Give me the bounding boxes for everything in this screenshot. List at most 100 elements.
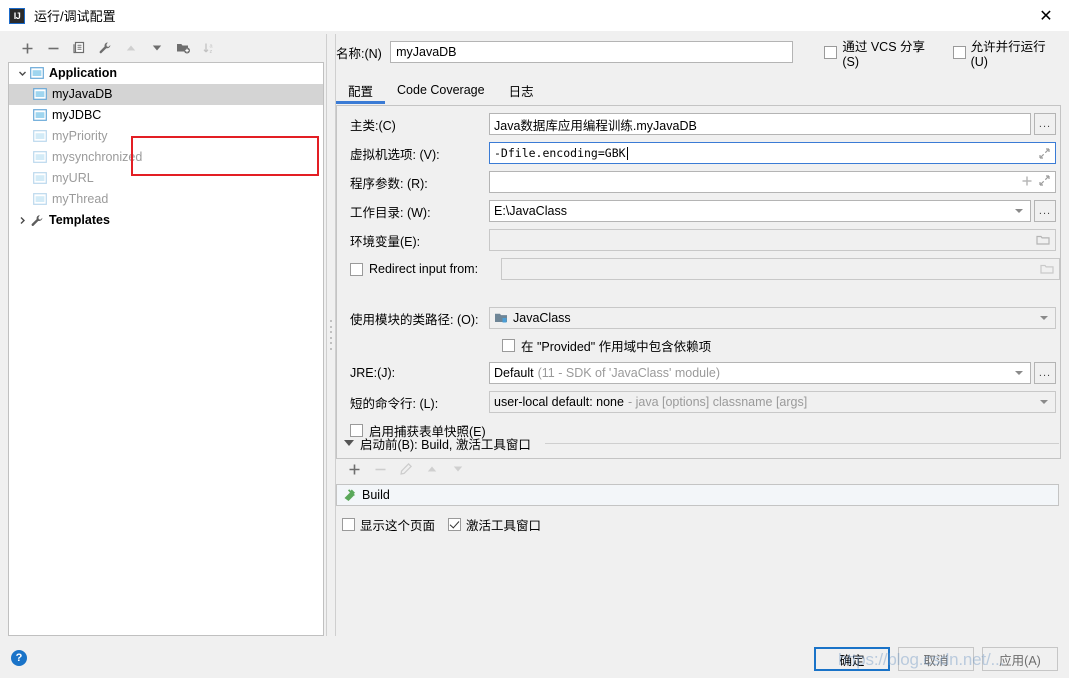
- checkbox-box: [952, 45, 966, 59]
- redirect-input-checkbox[interactable]: Redirect input from:: [337, 262, 489, 276]
- dialog-buttons: 确定 取消 应用(A): [814, 647, 1058, 671]
- splitter-grip[interactable]: [329, 320, 333, 350]
- details-tabs: 配置 Code Coverage 日志: [336, 74, 1061, 104]
- copy-icon[interactable]: [67, 37, 91, 59]
- activate-tool-window-checkbox[interactable]: 激活工具窗口: [448, 515, 541, 534]
- tree-node-mypriority[interactable]: myPriority: [9, 126, 323, 147]
- tab-configuration[interactable]: 配置: [336, 76, 386, 104]
- before-launch-section: 启动前(B): Build, 激活工具窗口 Build 显示这个页面 激活工具窗…: [336, 434, 1061, 534]
- help-icon[interactable]: ?: [11, 650, 27, 666]
- tree-node-templates[interactable]: Templates: [9, 210, 323, 231]
- main-class-value: Java数据库应用编程训练.myJavaDB: [494, 118, 697, 133]
- include-provided-checkbox[interactable]: 在 "Provided" 作用域中包含依赖项: [337, 335, 1060, 355]
- module-icon: [494, 312, 509, 325]
- vm-options-field[interactable]: -Dfile.encoding=GBK: [489, 142, 1056, 164]
- tree-node-myjdbc[interactable]: myJDBC: [9, 105, 323, 126]
- add-button[interactable]: [15, 37, 39, 59]
- program-args-row: 程序参数: (R):: [337, 171, 1060, 193]
- tree-node-label: myPriority: [52, 129, 108, 144]
- before-launch-task-list[interactable]: Build: [336, 484, 1059, 506]
- run-debug-configurations-dialog: IJ 运行/调试配置 ✕ a z Application myJavaDB my…: [0, 0, 1069, 678]
- jre-field[interactable]: Default (11 - SDK of 'JavaClass' module): [489, 362, 1031, 384]
- checkbox-box: [342, 518, 355, 531]
- tree-node-myjavadb[interactable]: myJavaDB: [9, 84, 323, 105]
- module-classpath-field[interactable]: JavaClass: [489, 307, 1056, 329]
- shorten-command-row: 短的命令行: (L): user-local default: none - j…: [337, 391, 1060, 413]
- section-divider: [544, 442, 1059, 444]
- chevron-right-icon[interactable]: [15, 216, 30, 225]
- configurations-tree[interactable]: Application myJavaDB myJDBC myPriority m…: [8, 62, 324, 636]
- chevron-down-icon[interactable]: [15, 69, 30, 78]
- working-dir-browse-button[interactable]: ...: [1034, 200, 1056, 222]
- env-vars-field[interactable]: [489, 229, 1056, 251]
- tree-node-myurl[interactable]: myURL: [9, 168, 323, 189]
- close-icon[interactable]: ✕: [1023, 0, 1069, 31]
- remove-button[interactable]: [41, 37, 65, 59]
- working-dir-field[interactable]: E:\JavaClass: [489, 200, 1031, 222]
- configuration-form: 主类:(C) Java数据库应用编程训练.myJavaDB ... 虚拟机选项:…: [336, 105, 1061, 459]
- tree-node-mythread[interactable]: myThread: [9, 189, 323, 210]
- redirect-input-row: Redirect input from:: [337, 258, 1060, 280]
- tree-node-application[interactable]: Application: [9, 63, 323, 84]
- cancel-button[interactable]: 取消: [898, 647, 974, 671]
- dialog-footer: ? 确定 取消 应用(A): [0, 639, 1069, 678]
- module-classpath-row: 使用模块的类路径: (O): JavaClass: [337, 307, 1060, 329]
- chevron-down-icon[interactable]: [1015, 209, 1023, 213]
- folder-add-icon[interactable]: [171, 37, 195, 59]
- chevron-down-icon[interactable]: [344, 440, 354, 446]
- chevron-down-icon[interactable]: [1040, 316, 1048, 320]
- configurations-panel: a z Application myJavaDB myJDBC myPriori…: [8, 34, 324, 636]
- allow-parallel-checkbox[interactable]: 允许并行运行(U): [952, 36, 1061, 69]
- run-config-icon: [33, 193, 48, 206]
- before-launch-toolbar: [336, 456, 1061, 482]
- vm-options-expand-icon[interactable]: [1039, 143, 1050, 163]
- tree-node-label: Templates: [49, 213, 110, 228]
- wrench-icon[interactable]: [93, 37, 117, 59]
- env-vars-browse-icon[interactable]: [1036, 230, 1050, 250]
- window-title: 运行/调试配置: [34, 9, 116, 24]
- pencil-icon: [394, 458, 418, 480]
- arrow-down-icon[interactable]: [145, 37, 169, 59]
- svg-text:z: z: [209, 49, 212, 55]
- tree-node-label: Application: [49, 66, 118, 81]
- include-provided-label: 在 "Provided" 作用域中包含依赖项: [521, 339, 712, 354]
- shorten-command-field[interactable]: user-local default: none - java [options…: [489, 391, 1056, 413]
- shorten-command-label: 短的命令行: (L):: [350, 396, 439, 411]
- tree-node-label: myURL: [52, 171, 94, 186]
- tree-node-label: myJavaDB: [52, 87, 113, 102]
- jre-browse-button[interactable]: ...: [1034, 362, 1056, 384]
- module-classpath-value: JavaClass: [513, 311, 571, 325]
- add-task-button[interactable]: [342, 458, 366, 480]
- tab-code-coverage[interactable]: Code Coverage: [385, 76, 497, 104]
- jre-row: JRE:(J): Default (11 - SDK of 'JavaClass…: [337, 362, 1060, 384]
- chevron-down-icon[interactable]: [1015, 371, 1023, 375]
- run-config-icon: [33, 88, 48, 101]
- show-page-checkbox[interactable]: 显示这个页面: [342, 515, 435, 534]
- main-class-browse-button[interactable]: ...: [1034, 113, 1056, 135]
- redirect-input-browse-icon: [1040, 259, 1054, 279]
- before-launch-header[interactable]: 启动前(B): Build, 激活工具窗口: [336, 434, 1061, 452]
- run-config-icon: [33, 172, 48, 185]
- program-args-field[interactable]: [489, 171, 1056, 193]
- ok-button[interactable]: 确定: [814, 647, 890, 671]
- redirect-input-label: Redirect input from:: [369, 262, 479, 276]
- program-args-expand-icon[interactable]: [1039, 175, 1050, 189]
- name-row: 名称:(N) 通过 VCS 分享(S) 允许并行运行(U): [336, 39, 1061, 69]
- env-vars-row: 环境变量(E):: [337, 229, 1060, 251]
- panel-splitter[interactable]: [326, 34, 336, 636]
- macro-add-icon[interactable]: [1021, 175, 1033, 190]
- arrow-up-icon: [119, 37, 143, 59]
- main-class-label: 主类:(C): [350, 118, 396, 133]
- before-launch-task-label: Build: [362, 488, 390, 502]
- apply-button[interactable]: 应用(A): [982, 647, 1058, 671]
- tree-node-mysynchronized[interactable]: mysynchronized: [9, 147, 323, 168]
- show-page-label: 显示这个页面: [360, 519, 436, 533]
- chevron-down-icon[interactable]: [1040, 400, 1048, 404]
- allow-parallel-label: 允许并行运行(U): [970, 39, 1046, 69]
- main-class-field[interactable]: Java数据库应用编程训练.myJavaDB: [489, 113, 1031, 135]
- share-vcs-checkbox[interactable]: 通过 VCS 分享(S): [824, 36, 939, 69]
- tab-logs[interactable]: 日志: [497, 76, 546, 104]
- name-input[interactable]: [390, 41, 794, 63]
- application-icon: [30, 67, 45, 80]
- program-args-icons: [1021, 172, 1050, 192]
